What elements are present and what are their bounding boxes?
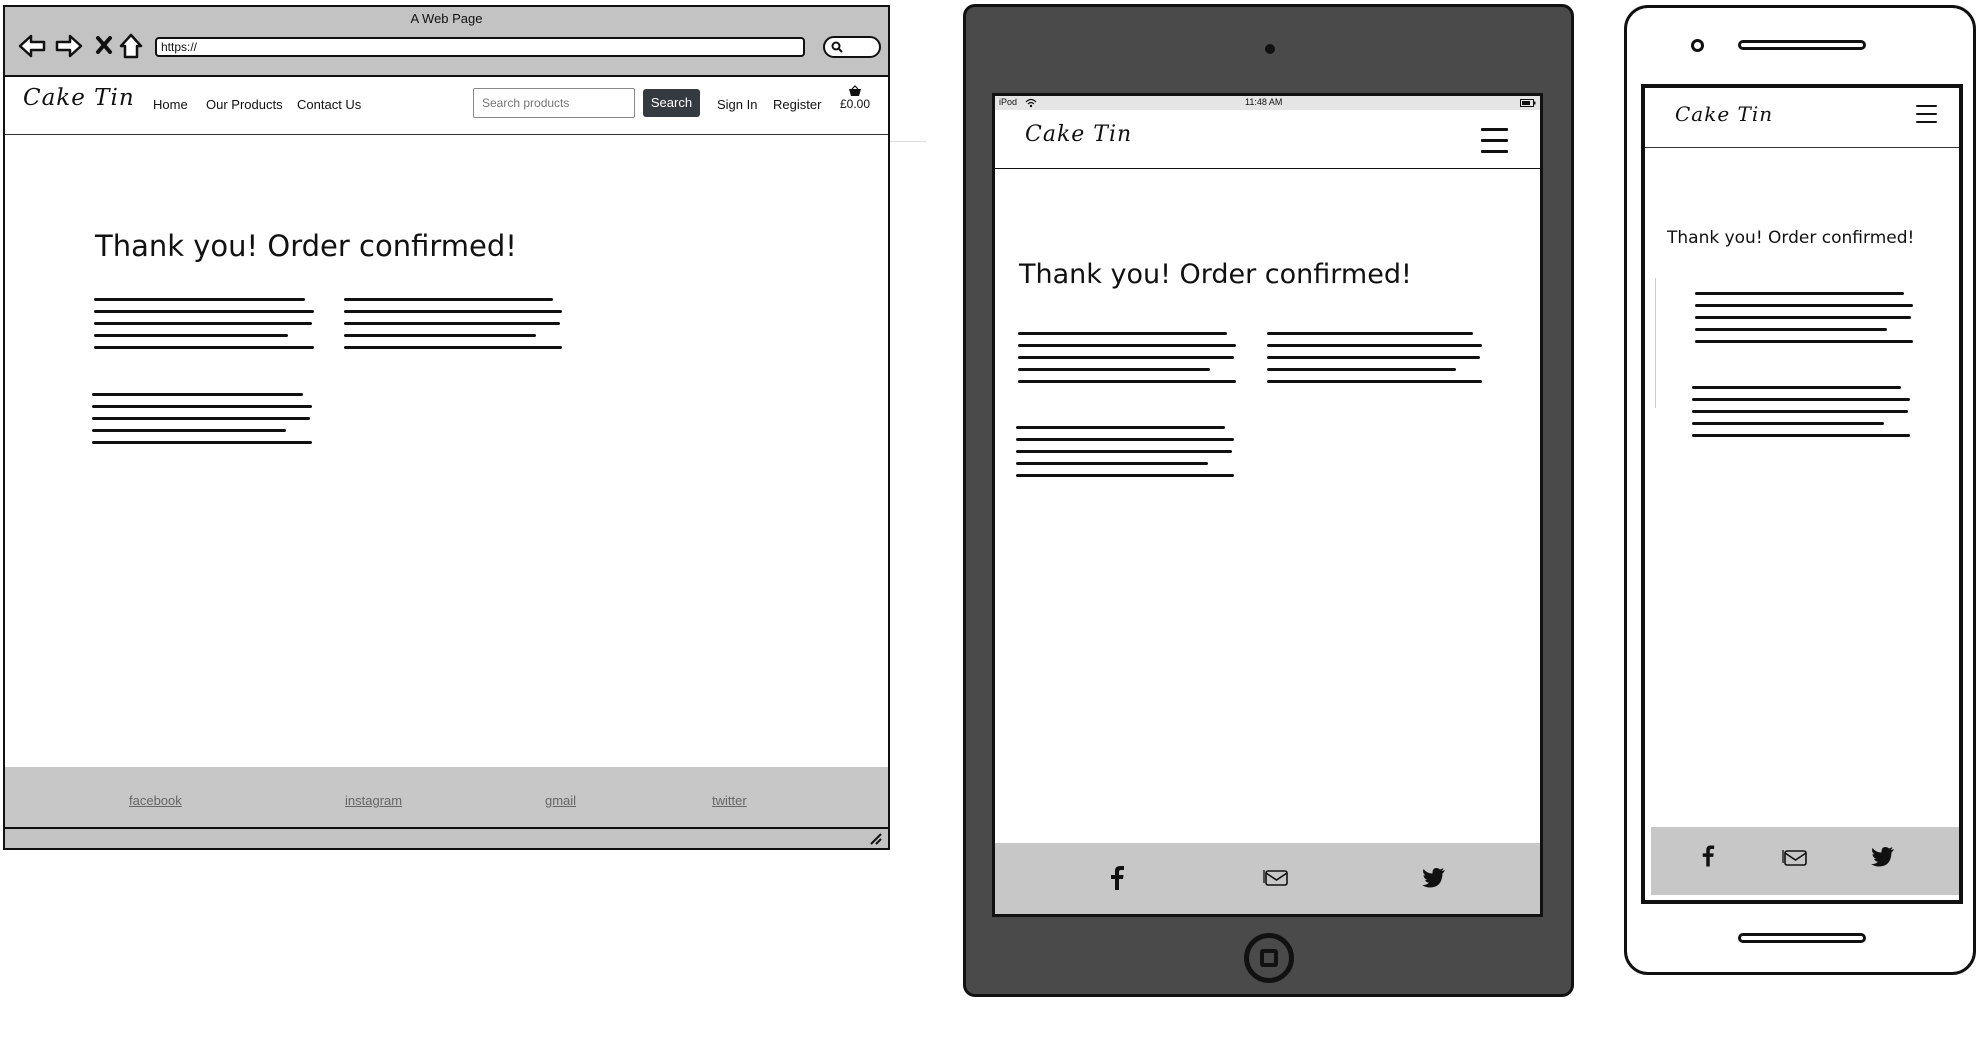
twitter-icon[interactable]: [1422, 867, 1446, 889]
home-icon[interactable]: [118, 32, 144, 60]
footer-link-gmail[interactable]: gmail: [545, 793, 576, 808]
cart-link[interactable]: £0.00: [833, 85, 877, 111]
arrow-right-icon[interactable]: [54, 33, 84, 59]
site-footer: facebook instagram gmail twitter: [5, 767, 888, 827]
desktop-browser-window: A Web Page https:// Cake Tin Home Our Pr…: [3, 5, 890, 850]
navbar-divider: [995, 168, 1540, 169]
footer-link-twitter[interactable]: twitter: [712, 793, 747, 808]
square-icon: [1260, 949, 1278, 967]
basket-icon: [848, 85, 862, 97]
nav-our-products[interactable]: Our Products: [206, 97, 283, 112]
browser-chrome: A Web Page https://: [5, 7, 888, 77]
connector-line: [890, 141, 926, 142]
site-footer: [1651, 827, 1959, 895]
battery-icon: [1520, 99, 1536, 107]
brand-logo[interactable]: Cake Tin: [1675, 102, 1773, 126]
earpiece-speaker: [1738, 40, 1866, 50]
text-block-2: [344, 298, 562, 358]
facebook-icon[interactable]: [1701, 844, 1715, 868]
cart-total: £0.00: [839, 97, 871, 111]
nav-home[interactable]: Home: [153, 97, 188, 112]
footer-link-instagram[interactable]: instagram: [345, 793, 402, 808]
tablet-status-bar: iPod 11:48 AM: [995, 96, 1540, 110]
window-title: A Web Page: [410, 11, 483, 26]
brand-logo[interactable]: Cake Tin: [1025, 122, 1132, 147]
product-search-input[interactable]: [473, 88, 635, 118]
text-block-1: [1695, 292, 1913, 352]
browser-status-bar: [5, 827, 888, 848]
home-bar[interactable]: [1738, 933, 1866, 943]
camera-icon: [1265, 44, 1275, 54]
facebook-icon[interactable]: [1109, 865, 1125, 891]
footer-link-facebook[interactable]: facebook: [129, 793, 182, 808]
text-block-1: [94, 298, 314, 358]
navbar-divider: [5, 134, 888, 135]
site-footer: [995, 843, 1540, 914]
arrow-left-icon[interactable]: [17, 33, 47, 59]
url-bar[interactable]: https://: [155, 37, 805, 57]
sign-in-link[interactable]: Sign In: [717, 97, 757, 112]
text-block-3: [1016, 426, 1234, 486]
tablet-frame: iPod 11:48 AM Cake Tin Thank you! Order …: [963, 4, 1574, 997]
register-link[interactable]: Register: [773, 97, 821, 112]
brand-logo[interactable]: Cake Tin: [23, 85, 135, 111]
page-title: Thank you! Order confirmed!: [95, 229, 517, 263]
close-icon[interactable]: [95, 35, 113, 55]
browser-search-field[interactable]: [823, 36, 881, 58]
mail-icon[interactable]: [1263, 867, 1289, 887]
hamburger-icon[interactable]: [1916, 105, 1937, 123]
phone-frame: Cake Tin Thank you! Order confirmed!: [1624, 5, 1976, 975]
navbar-divider: [1645, 147, 1959, 148]
search-icon: [831, 41, 843, 53]
home-button[interactable]: [1244, 933, 1294, 983]
text-block-1: [1018, 332, 1236, 392]
text-block-2: [1267, 332, 1482, 392]
status-device: iPod: [999, 97, 1018, 107]
wifi-icon: [1025, 98, 1037, 108]
content-edge: [1655, 278, 1656, 408]
nav-contact-us[interactable]: Contact Us: [297, 97, 361, 112]
twitter-icon[interactable]: [1871, 846, 1895, 868]
page-title: Thank you! Order confirmed!: [1667, 228, 1915, 248]
text-block-2: [1692, 386, 1910, 446]
page-title: Thank you! Order confirmed!: [1019, 259, 1412, 290]
camera-icon: [1691, 39, 1704, 52]
text-block-3: [92, 393, 312, 453]
tablet-screen: iPod 11:48 AM Cake Tin Thank you! Order …: [992, 93, 1543, 917]
resize-grip-icon[interactable]: [869, 832, 883, 846]
phone-screen: Cake Tin Thank you! Order confirmed!: [1641, 84, 1963, 904]
mail-icon[interactable]: [1782, 847, 1808, 867]
search-button[interactable]: Search: [643, 89, 700, 117]
status-time: 11:48 AM: [1245, 97, 1283, 107]
hamburger-icon[interactable]: [1481, 128, 1508, 153]
